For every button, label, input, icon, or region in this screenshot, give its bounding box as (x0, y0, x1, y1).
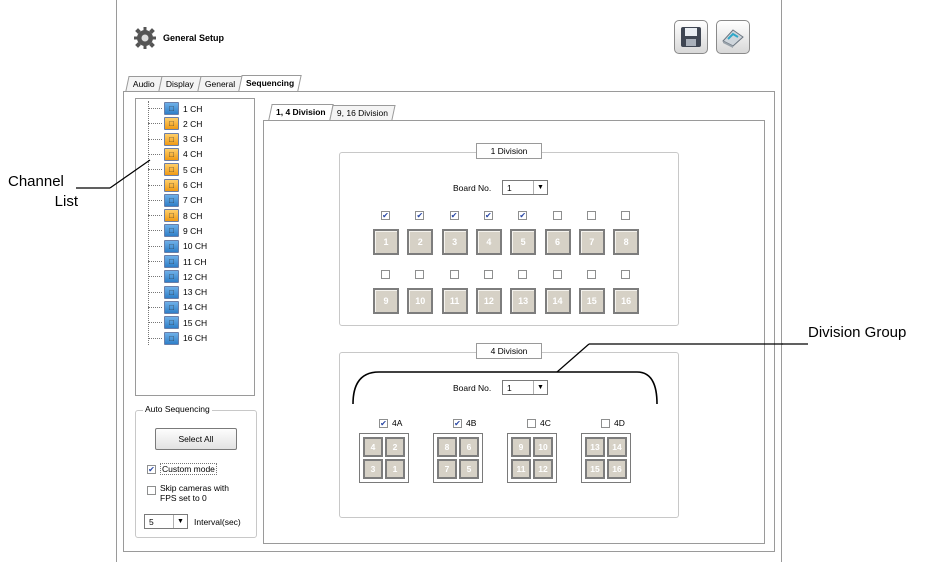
chevron-down-icon: ▼ (533, 381, 547, 394)
division-4-board-label: Board No. (453, 383, 492, 393)
quad-group-label: 4C (540, 418, 551, 428)
quad-cell-button[interactable]: 11 (511, 459, 531, 479)
quad-cell-button[interactable]: 2 (385, 437, 405, 457)
quad-cell-button[interactable]: 9 (511, 437, 531, 457)
division-4-board-value: 1 (507, 382, 512, 393)
quad-cell-button[interactable]: 15 (585, 459, 605, 479)
callout-channel-list-line1: Channel (8, 173, 64, 190)
quad-group-box: 8675 (433, 433, 483, 483)
quad-group-label: 4D (614, 418, 625, 428)
quad-cell-button[interactable]: 6 (459, 437, 479, 457)
callout-channel-list-line2: List (54, 193, 78, 210)
setup-window: General Setup Audio Display General Sequ… (116, 0, 783, 562)
division-4-board-select[interactable]: 1 ▼ (502, 380, 548, 395)
quad-cell-button[interactable]: 7 (437, 459, 457, 479)
quad-group-box: 9 10 11 12 (507, 433, 557, 483)
quad-group-label: 4B (466, 418, 477, 428)
quad-group-checkbox[interactable]: ✔ (379, 419, 388, 428)
quad-cell-button[interactable]: 13 (585, 437, 605, 457)
quad-cell-button[interactable]: 10 (533, 437, 553, 457)
quad-group-box: 4231 (359, 433, 409, 483)
quad-cell-button[interactable]: 12 (533, 459, 553, 479)
quad-cell-button[interactable]: 3 (363, 459, 383, 479)
quad-cell-button[interactable]: 1 (385, 459, 405, 479)
quad-cell-button[interactable]: 4 (363, 437, 383, 457)
quad-group-box: 13 14 15 16 (581, 433, 631, 483)
callout-division-group: Division Group (808, 324, 907, 341)
quad-cell-button[interactable]: 16 (607, 459, 627, 479)
callout-channel-list: Channel List (8, 172, 78, 212)
quad-group-label: 4A (392, 418, 403, 428)
quad-group-checkbox[interactable]: ✔ (453, 419, 462, 428)
quad-cell-button[interactable]: 14 (607, 437, 627, 457)
quad-cell-button[interactable]: 5 (459, 459, 479, 479)
quad-cell-button[interactable]: 8 (437, 437, 457, 457)
quad-group-checkbox[interactable] (601, 419, 610, 428)
quad-group-checkbox[interactable] (527, 419, 536, 428)
